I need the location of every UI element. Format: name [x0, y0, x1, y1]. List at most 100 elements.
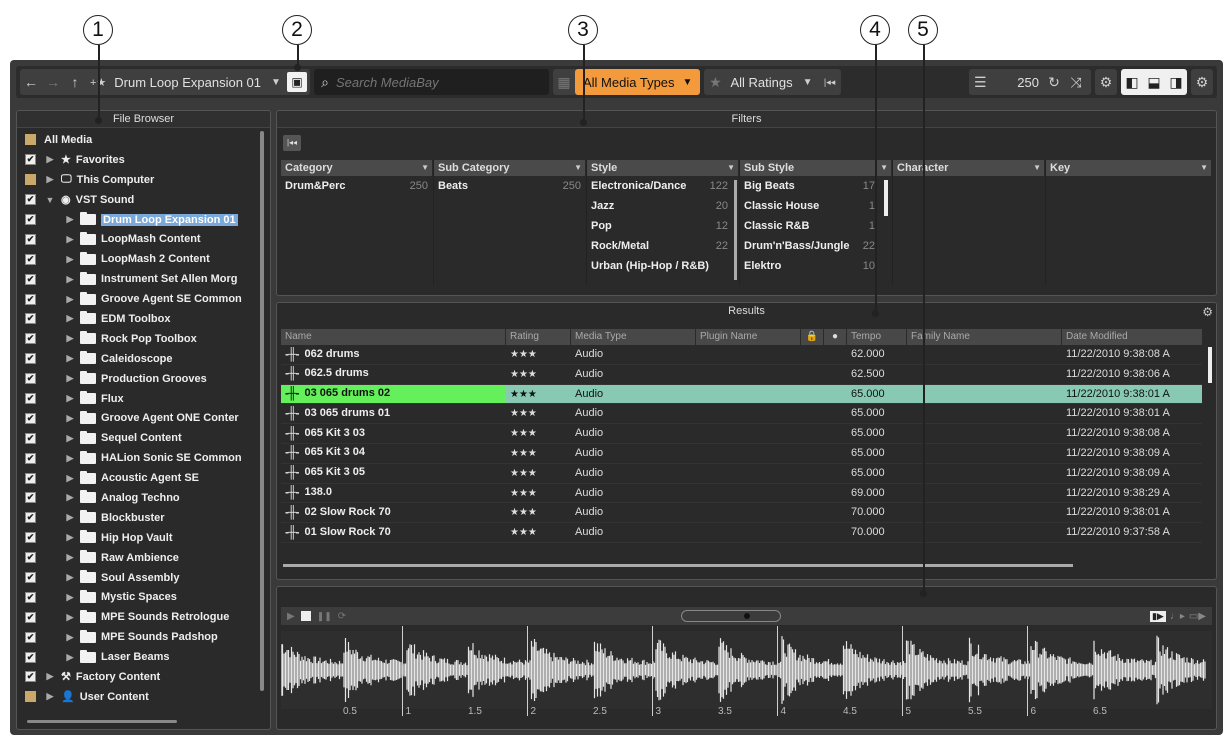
- expand-arrow-icon[interactable]: ▶: [44, 174, 56, 185]
- filter-item[interactable]: Electronica/Dance 122: [587, 176, 739, 196]
- table-row[interactable]: -╫- 03 065 drums 02 ★★★ Audio 65.000 11/22/20…: [281, 384, 1202, 405]
- expand-arrow-icon[interactable]: ▶: [44, 691, 56, 702]
- results-vertical-scrollbar[interactable]: [1208, 347, 1212, 383]
- tree-item-folder[interactable]: ✔ ▶ Mystic Spaces: [17, 587, 270, 607]
- refresh-icon[interactable]: ↻: [1043, 69, 1065, 95]
- filter-item[interactable]: Urban (Hip-Hop / R&B): [587, 256, 739, 276]
- expand-arrow-icon[interactable]: ▶: [64, 294, 76, 305]
- expand-arrow-icon[interactable]: ▶: [64, 393, 76, 404]
- checkbox[interactable]: ✔: [25, 671, 36, 683]
- expand-arrow-icon[interactable]: ▶: [64, 592, 76, 603]
- up-arrow-icon[interactable]: ↑: [64, 69, 86, 95]
- filter-column-header[interactable]: Sub Style ▼: [740, 160, 892, 176]
- reset-filter-icon[interactable]: |◂◂: [819, 69, 841, 95]
- filter-column-header[interactable]: Style ▼: [587, 160, 739, 176]
- filter-item[interactable]: Drum&Perc 250: [281, 176, 433, 196]
- column-header-media-type[interactable]: Media Type: [571, 329, 696, 345]
- ratings-dropdown[interactable]: All Ratings: [726, 75, 796, 90]
- filter-item[interactable]: Elektro 10: [740, 256, 880, 276]
- slider-handle[interactable]: [744, 613, 751, 619]
- display-icon[interactable]: ▣: [287, 72, 307, 92]
- list-icon[interactable]: ☰: [969, 69, 991, 95]
- lock-icon[interactable]: 🔒: [801, 329, 824, 345]
- tree-item-folder[interactable]: ✔ ▶ EDM Toolbox: [17, 309, 270, 329]
- expand-arrow-icon[interactable]: ▶: [64, 214, 76, 225]
- layout-right-icon[interactable]: ◨: [1165, 69, 1187, 95]
- filter-item[interactable]: Pop 12: [587, 216, 739, 236]
- filter-item[interactable]: Beats 250: [434, 176, 586, 196]
- checkbox[interactable]: ✔: [25, 631, 36, 643]
- expand-arrow-icon[interactable]: ▶: [64, 234, 76, 245]
- filter-column-header[interactable]: Key ▼: [1046, 160, 1212, 176]
- checkbox[interactable]: ✔: [25, 651, 36, 663]
- table-row[interactable]: -╫- 138.0 ★★★ Audio 69.000 11/22/2010 9:38:29…: [281, 484, 1202, 504]
- table-row[interactable]: -╫- 01 Slow Rock 70 ★★★ Audio 70.000 11/22/20…: [281, 523, 1202, 543]
- filter-item[interactable]: Classic R&B 1: [740, 216, 880, 236]
- column-header-name[interactable]: Name: [281, 329, 506, 345]
- reset-filters-button[interactable]: |◂◂: [283, 135, 301, 151]
- cell-rating[interactable]: ★★★: [506, 385, 571, 404]
- preset-name[interactable]: Drum Loop Expansion 01: [110, 75, 265, 90]
- column-header-plugin-name[interactable]: Plugin Name: [696, 329, 801, 345]
- table-row[interactable]: -╫- 065 Kit 3 05 ★★★ Audio 65.000 11/22/2010 …: [281, 464, 1202, 484]
- settings-gear-icon[interactable]: ⚙: [1095, 69, 1117, 95]
- checkbox[interactable]: ✔: [25, 293, 36, 305]
- filter-item[interactable]: Rock/Metal 22: [587, 236, 739, 256]
- expand-arrow-icon[interactable]: ▶: [64, 532, 76, 543]
- tree-item-folder[interactable]: ✔ ▶ Production Grooves: [17, 369, 270, 389]
- loop-icon[interactable]: ⟳: [338, 611, 346, 622]
- expand-arrow-icon[interactable]: ▶: [44, 154, 56, 165]
- checkbox[interactable]: ✔: [25, 313, 36, 325]
- collapse-arrow-icon[interactable]: ▼: [44, 195, 56, 205]
- checkbox[interactable]: ✔: [25, 373, 36, 385]
- tree-item-folder[interactable]: ✔ ▶ MPE Sounds Retrologue: [17, 607, 270, 627]
- checkbox[interactable]: ✔: [25, 472, 36, 484]
- cell-rating[interactable]: ★★★: [506, 503, 571, 522]
- tree-item-folder[interactable]: ✔ ▶ Caleidoscope: [17, 349, 270, 369]
- table-row[interactable]: -╫- 03 065 drums 01 ★★★ Audio 65.000 11/22/20…: [281, 404, 1202, 425]
- horizontal-scrollbar[interactable]: [27, 720, 177, 723]
- tree-item-folder[interactable]: ✔ ▶ Groove Agent ONE Conter: [17, 408, 270, 428]
- column-header-tempo[interactable]: Tempo: [847, 329, 907, 345]
- tree-item-folder[interactable]: ✔ ▶ Rock Pop Toolbox: [17, 329, 270, 349]
- checkbox[interactable]: ✔: [25, 154, 36, 166]
- expand-arrow-icon[interactable]: ▶: [64, 353, 76, 364]
- cell-rating[interactable]: ★★★: [506, 404, 571, 423]
- cell-rating[interactable]: ★★★: [506, 365, 571, 384]
- pause-icon[interactable]: ❚❚: [317, 611, 332, 622]
- column-header-date-modified[interactable]: Date Modified: [1062, 329, 1202, 345]
- table-row[interactable]: -╫- 065 Kit 3 04 ★★★ Audio 65.000 11/22/2010 …: [281, 444, 1202, 464]
- expand-arrow-icon[interactable]: ▶: [64, 453, 76, 464]
- checkbox[interactable]: ✔: [25, 532, 36, 544]
- tree-item-folder[interactable]: ✔ ▶ Blockbuster: [17, 508, 270, 528]
- search-input[interactable]: [336, 74, 536, 90]
- expand-arrow-icon[interactable]: ▶: [64, 552, 76, 563]
- expand-arrow-icon[interactable]: ▶: [64, 492, 76, 503]
- results-count[interactable]: 250: [1013, 75, 1043, 90]
- expand-arrow-icon[interactable]: ▶: [64, 572, 76, 583]
- layout-bottom-icon[interactable]: ⬓: [1143, 69, 1165, 95]
- tree-item-folder[interactable]: ✔ ▶ LoopMash Content: [17, 229, 270, 249]
- expand-arrow-icon[interactable]: ▶: [64, 512, 76, 523]
- cell-rating[interactable]: ★★★: [506, 484, 571, 503]
- checkbox[interactable]: ✔: [25, 432, 36, 444]
- tree-item-folder[interactable]: ✔ ▶ Instrument Set Allen Morg: [17, 269, 270, 289]
- tree-item-folder[interactable]: ✔ ▶ Acoustic Agent SE: [17, 468, 270, 488]
- new-result-icon[interactable]: ▭▶: [1189, 611, 1206, 622]
- cell-rating[interactable]: ★★★: [506, 444, 571, 463]
- tree-item-factory-content[interactable]: ✔ ▶ ⚒ Factory Content: [17, 667, 270, 687]
- cell-rating[interactable]: ★★★: [506, 424, 571, 443]
- expand-arrow-icon[interactable]: ▶: [64, 373, 76, 384]
- tree-item-folder[interactable]: ✔ ▶ Sequel Content: [17, 428, 270, 448]
- checkbox[interactable]: [25, 691, 36, 703]
- checkbox[interactable]: [25, 134, 36, 146]
- align-beats-icon[interactable]: ♩▸: [1170, 611, 1185, 622]
- layout-left-icon[interactable]: ◧: [1121, 69, 1143, 95]
- checkbox[interactable]: ✔: [25, 591, 36, 603]
- checkbox[interactable]: ✔: [25, 552, 36, 564]
- shuffle-icon[interactable]: ⤨: [1065, 69, 1087, 95]
- global-settings-gear-icon[interactable]: ⚙: [1191, 69, 1213, 95]
- tree-item-user-content[interactable]: ▶ 👤 User Content: [17, 687, 270, 707]
- expand-arrow-icon[interactable]: ▶: [64, 612, 76, 623]
- expand-arrow-icon[interactable]: ▶: [64, 333, 76, 344]
